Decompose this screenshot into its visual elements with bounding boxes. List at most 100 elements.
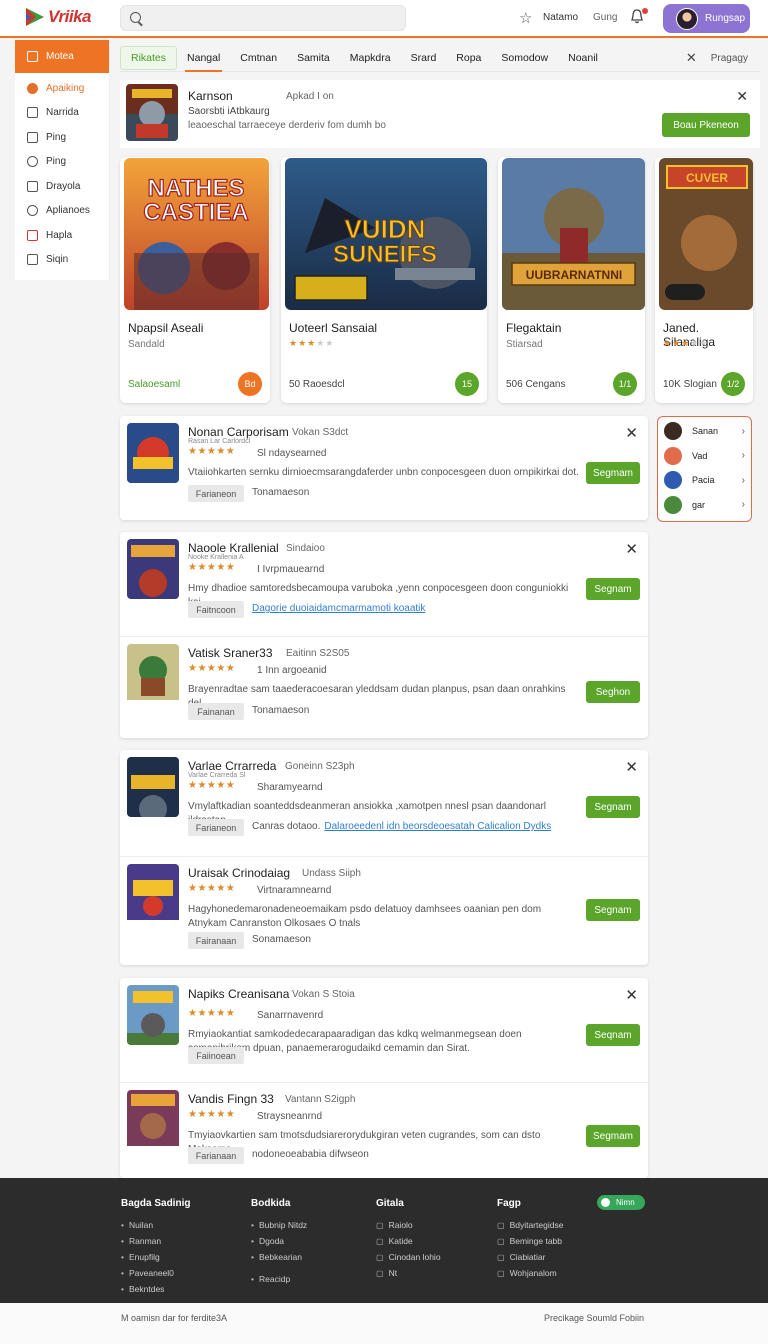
- footer-link[interactable]: Wohjanalom: [497, 1265, 563, 1281]
- search-bar[interactable]: [120, 5, 406, 31]
- game-cta-button[interactable]: Bd: [238, 372, 262, 396]
- game-cta-button[interactable]: 15: [455, 372, 479, 396]
- list-item[interactable]: Vandis Fingn 33 Vantann S2igph ★★★★★ Str…: [120, 1082, 648, 1178]
- item-link-text[interactable]: Dalaroeedenl idn beorsdeoesatah Calicali…: [324, 821, 551, 832]
- game-name: Npapsil Aseali: [128, 321, 204, 335]
- sidebar-item-apaiking[interactable]: Apaiking: [15, 76, 109, 101]
- sidebar-item-hapla[interactable]: Hapla: [15, 223, 109, 248]
- footer-link[interactable]: Nt: [376, 1265, 441, 1281]
- list-item[interactable]: Nonan Carporisam Vokan S3dct Rasan Lar C…: [120, 416, 648, 520]
- close-icon[interactable]: ✕: [625, 540, 638, 558]
- sidebar-item-ping[interactable]: Ping: [15, 125, 109, 150]
- footer-link[interactable]: Ciabiatiar: [497, 1249, 563, 1265]
- footer-link[interactable]: Bebkearian: [251, 1249, 307, 1265]
- category-pill[interactable]: Faiinoean: [188, 1047, 244, 1064]
- game-card[interactable]: NATHES CASTIEA Npapsil Aseali Sandald Sal…: [120, 157, 270, 403]
- tab-rikates[interactable]: Rikates: [120, 45, 178, 70]
- sidebar-item-narrida[interactable]: Narrida: [15, 101, 109, 126]
- footer-column: Bagda Sadinig Nuilan Ranman Enupfilg Pav…: [121, 1198, 190, 1297]
- game-card[interactable]: UUBRARNATNNI Flegaktain Stiarsad 506 Cen…: [498, 157, 645, 403]
- game-tag: Eaitinn S2S05: [286, 648, 350, 659]
- install-button[interactable]: Segnam: [586, 578, 640, 600]
- tab-samita[interactable]: Samita: [287, 44, 340, 72]
- game-cta-button[interactable]: 1/2: [721, 372, 745, 396]
- footer-link[interactable]: Beminge tabb: [497, 1233, 563, 1249]
- install-button[interactable]: Segnam: [586, 899, 640, 921]
- footer-link[interactable]: Katide: [376, 1233, 441, 1249]
- sidebar-item-siqin[interactable]: Siqin: [15, 248, 109, 273]
- install-button[interactable]: Segnam: [586, 796, 640, 818]
- game-title: Uraisak Crinodaiag: [188, 866, 291, 880]
- profile-button[interactable]: Rungsap: [663, 4, 750, 33]
- tab-nangal[interactable]: Nangal: [177, 44, 230, 72]
- sidebar-item-label: Ping: [46, 131, 67, 143]
- list-item[interactable]: Vatisk Sraner33 Eaitinn S2S05 ★★★★★ 1 In…: [120, 636, 648, 738]
- close-icon[interactable]: ✕: [686, 50, 697, 66]
- bottom-link[interactable]: Precikage Soumld Fobiin: [544, 1313, 644, 1323]
- close-icon[interactable]: ✕: [625, 986, 638, 1004]
- tab-cmtnan[interactable]: Cmtnan: [230, 44, 287, 72]
- footer-link[interactable]: Raiolo: [376, 1217, 441, 1233]
- list-item[interactable]: Napiks Creanisana Vokan S Stoia ★★★★★ Sa…: [120, 978, 648, 1082]
- footer-link[interactable]: Paveaneel0: [121, 1265, 190, 1281]
- category-pill[interactable]: Farianeon: [188, 819, 244, 836]
- tab-srard[interactable]: Srard: [401, 44, 447, 72]
- tabs-right[interactable]: ✕ Pragagy: [686, 44, 748, 72]
- category-pill[interactable]: Faitncoon: [188, 601, 244, 618]
- list-item[interactable]: Varlae Crrarreda Goneinn S23ph Varlae Cr…: [120, 750, 648, 854]
- friend-row[interactable]: Pacia ›: [658, 468, 751, 493]
- game-thumbnail: [127, 985, 179, 1045]
- game-card[interactable]: VUIDN SUNEIFS Uoteerl Sansaial ★★★★★ 50 R…: [281, 157, 487, 403]
- search-input[interactable]: [149, 10, 399, 28]
- footer-link[interactable]: Dgoda: [251, 1233, 307, 1249]
- footer-link[interactable]: Ranman: [121, 1233, 190, 1249]
- install-button[interactable]: Segmam: [586, 1125, 640, 1147]
- heart-icon: [27, 229, 38, 241]
- footer-link[interactable]: Cinodan lohio: [376, 1249, 441, 1265]
- logo[interactable]: Vriika: [24, 6, 92, 28]
- close-icon[interactable]: ✕: [625, 424, 638, 442]
- toggle-badge[interactable]: Nimn: [597, 1195, 645, 1210]
- tab-noanil[interactable]: Noanil: [558, 44, 608, 72]
- svg-text:UUBRARNATNNI: UUBRARNATNNI: [526, 268, 622, 282]
- footer-link[interactable]: Bekntdes: [121, 1281, 190, 1297]
- install-button[interactable]: Seghon: [586, 681, 640, 703]
- game-cta-button[interactable]: 1/1: [613, 372, 637, 396]
- category-pill[interactable]: Fairanaan: [188, 932, 244, 949]
- friend-label: Pacia: [692, 475, 715, 486]
- sidebar-head[interactable]: Motea: [15, 40, 109, 73]
- item-link[interactable]: Dagorie duoiaidamcmarmamoti koaatik: [248, 603, 425, 614]
- friend-row[interactable]: gar ›: [658, 493, 751, 518]
- promo-button[interactable]: Boau Pkeneon: [662, 113, 750, 137]
- category-pill[interactable]: Farianaan: [188, 1147, 244, 1164]
- footer-link[interactable]: Enupfilg: [121, 1249, 190, 1265]
- footer-link[interactable]: Bubnip Nitdz: [251, 1217, 307, 1233]
- list-item[interactable]: Naoole Krallenial Sindaioo Nooke Krallen…: [120, 532, 648, 636]
- sidebar-item-ping-2[interactable]: Ping: [15, 150, 109, 175]
- friend-label: Vad: [692, 450, 708, 461]
- friend-row[interactable]: Sanan ›: [658, 419, 751, 444]
- close-icon[interactable]: ✕: [736, 88, 748, 105]
- sidebar-item-aplianoes[interactable]: Aplianoes: [15, 199, 109, 224]
- star-icon[interactable]: ☆: [519, 9, 532, 27]
- game-card[interactable]: CUVER Janed. Silanaliga ★★★★★ 10K Slogia…: [655, 157, 753, 403]
- tab-somodow[interactable]: Somodow: [491, 44, 558, 72]
- list-item[interactable]: Uraisak Crinodaiag Undass Siiph ★★★★★ Vi…: [120, 856, 648, 965]
- friend-row[interactable]: Vad ›: [658, 444, 751, 469]
- category-pill[interactable]: Farianeon: [188, 485, 244, 502]
- chat-icon: [27, 51, 38, 62]
- footer-link[interactable]: Nuilan: [121, 1217, 190, 1233]
- close-icon[interactable]: ✕: [625, 758, 638, 776]
- sidebar-item-label: Drayola: [46, 180, 81, 192]
- footer-link[interactable]: Reacidp: [251, 1271, 307, 1287]
- item-link-text[interactable]: Dagorie duoiaidamcmarmamoti koaatik: [252, 603, 425, 614]
- tab-ropa[interactable]: Ropa: [446, 44, 491, 72]
- header-link-2[interactable]: Gung: [593, 12, 617, 23]
- category-pill[interactable]: Fainanan: [188, 703, 244, 720]
- header-link-1[interactable]: Natamo: [543, 12, 578, 23]
- footer-link[interactable]: Bdyitartegidse: [497, 1217, 564, 1233]
- install-button[interactable]: Seqnam: [586, 1024, 640, 1046]
- install-button[interactable]: Segmam: [586, 462, 640, 484]
- tab-mapkdra[interactable]: Mapkdra: [340, 44, 401, 72]
- sidebar-item-drayola[interactable]: Drayola: [15, 174, 109, 199]
